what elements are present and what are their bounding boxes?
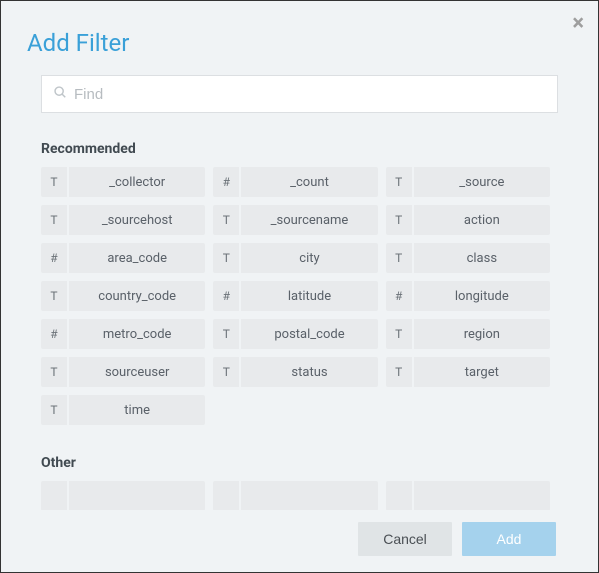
add-button[interactable]: Add	[462, 522, 556, 556]
filter-chip[interactable]: Taction	[386, 205, 550, 235]
filter-chip-label	[241, 481, 377, 510]
search-input[interactable]	[41, 75, 558, 113]
close-icon: ×	[572, 11, 584, 36]
filter-chip-label: _sourcehost	[69, 205, 205, 235]
type-icon: T	[386, 357, 414, 387]
filter-chip-label: postal_code	[241, 319, 377, 349]
filter-chip[interactable]: Ttime	[41, 395, 205, 425]
modal-title: Add Filter	[1, 1, 598, 75]
filter-chip-label: class	[414, 243, 550, 273]
type-icon: #	[41, 319, 69, 349]
filter-chip-label: _sourcename	[241, 205, 377, 235]
filter-chip-label	[69, 481, 205, 510]
filter-chip-label: sourceuser	[69, 357, 205, 387]
type-icon	[41, 481, 69, 510]
filter-chip[interactable]: Tclass	[386, 243, 550, 273]
filter-chip[interactable]: Ttarget	[386, 357, 550, 387]
other-grid	[41, 481, 550, 510]
type-icon	[386, 481, 414, 510]
type-icon: T	[213, 357, 241, 387]
type-icon: T	[41, 395, 69, 425]
filter-chip-label	[414, 481, 550, 510]
filter-chip-label: _collector	[69, 167, 205, 197]
other-heading: Other	[41, 455, 550, 471]
filter-chip[interactable]: #_count	[213, 167, 377, 197]
type-icon: T	[41, 167, 69, 197]
search-wrapper	[41, 75, 558, 113]
cancel-button[interactable]: Cancel	[358, 522, 452, 556]
filter-chip[interactable]	[213, 481, 377, 510]
filter-chip-label: _source	[414, 167, 550, 197]
type-icon: #	[41, 243, 69, 273]
type-icon	[213, 481, 241, 510]
modal-body: Recommended T_collector#_countT_sourceT_…	[1, 75, 598, 510]
filter-chip-label: city	[241, 243, 377, 273]
recommended-grid: T_collector#_countT_sourceT_sourcehostT_…	[41, 167, 550, 425]
filter-chip-label: target	[414, 357, 550, 387]
filter-chip[interactable]: Tsourceuser	[41, 357, 205, 387]
filter-chip-label: latitude	[241, 281, 377, 311]
filter-chip-label: area_code	[69, 243, 205, 273]
add-filter-modal: × Add Filter Recommended T_collector#_co…	[1, 1, 598, 572]
filter-chip[interactable]: Tregion	[386, 319, 550, 349]
filter-chip-label: time	[69, 395, 205, 425]
type-icon: T	[213, 205, 241, 235]
filter-chip[interactable]: Tstatus	[213, 357, 377, 387]
recommended-heading: Recommended	[41, 141, 550, 157]
filter-chip[interactable]: T_sourcehost	[41, 205, 205, 235]
type-icon: T	[41, 357, 69, 387]
close-button[interactable]: ×	[572, 13, 584, 35]
type-icon: T	[386, 243, 414, 273]
filter-chip[interactable]: #latitude	[213, 281, 377, 311]
filter-chip[interactable]: Tcity	[213, 243, 377, 273]
filter-chip-label: region	[414, 319, 550, 349]
filter-chip[interactable]: Tpostal_code	[213, 319, 377, 349]
filter-chip[interactable]	[386, 481, 550, 510]
type-icon: #	[386, 281, 414, 311]
type-icon: T	[213, 243, 241, 273]
type-icon: T	[213, 319, 241, 349]
filter-chip[interactable]: Tcountry_code	[41, 281, 205, 311]
modal-footer: Cancel Add	[1, 510, 598, 572]
filter-scroll-area[interactable]: Recommended T_collector#_countT_sourceT_…	[41, 141, 558, 510]
filter-chip[interactable]: T_collector	[41, 167, 205, 197]
filter-chip[interactable]: #metro_code	[41, 319, 205, 349]
type-icon: T	[386, 319, 414, 349]
filter-chip-label: country_code	[69, 281, 205, 311]
type-icon: #	[213, 167, 241, 197]
filter-chip-label: metro_code	[69, 319, 205, 349]
filter-chip[interactable]: T_source	[386, 167, 550, 197]
filter-chip[interactable]: T_sourcename	[213, 205, 377, 235]
filter-chip-label: _count	[241, 167, 377, 197]
type-icon: T	[41, 205, 69, 235]
filter-chip[interactable]	[41, 481, 205, 510]
type-icon: T	[386, 167, 414, 197]
filter-chip[interactable]: #area_code	[41, 243, 205, 273]
filter-chip-label: status	[241, 357, 377, 387]
filter-chip-label: action	[414, 205, 550, 235]
type-icon: #	[213, 281, 241, 311]
filter-chip-label: longitude	[414, 281, 550, 311]
type-icon: T	[386, 205, 414, 235]
type-icon: T	[41, 281, 69, 311]
filter-chip[interactable]: #longitude	[386, 281, 550, 311]
